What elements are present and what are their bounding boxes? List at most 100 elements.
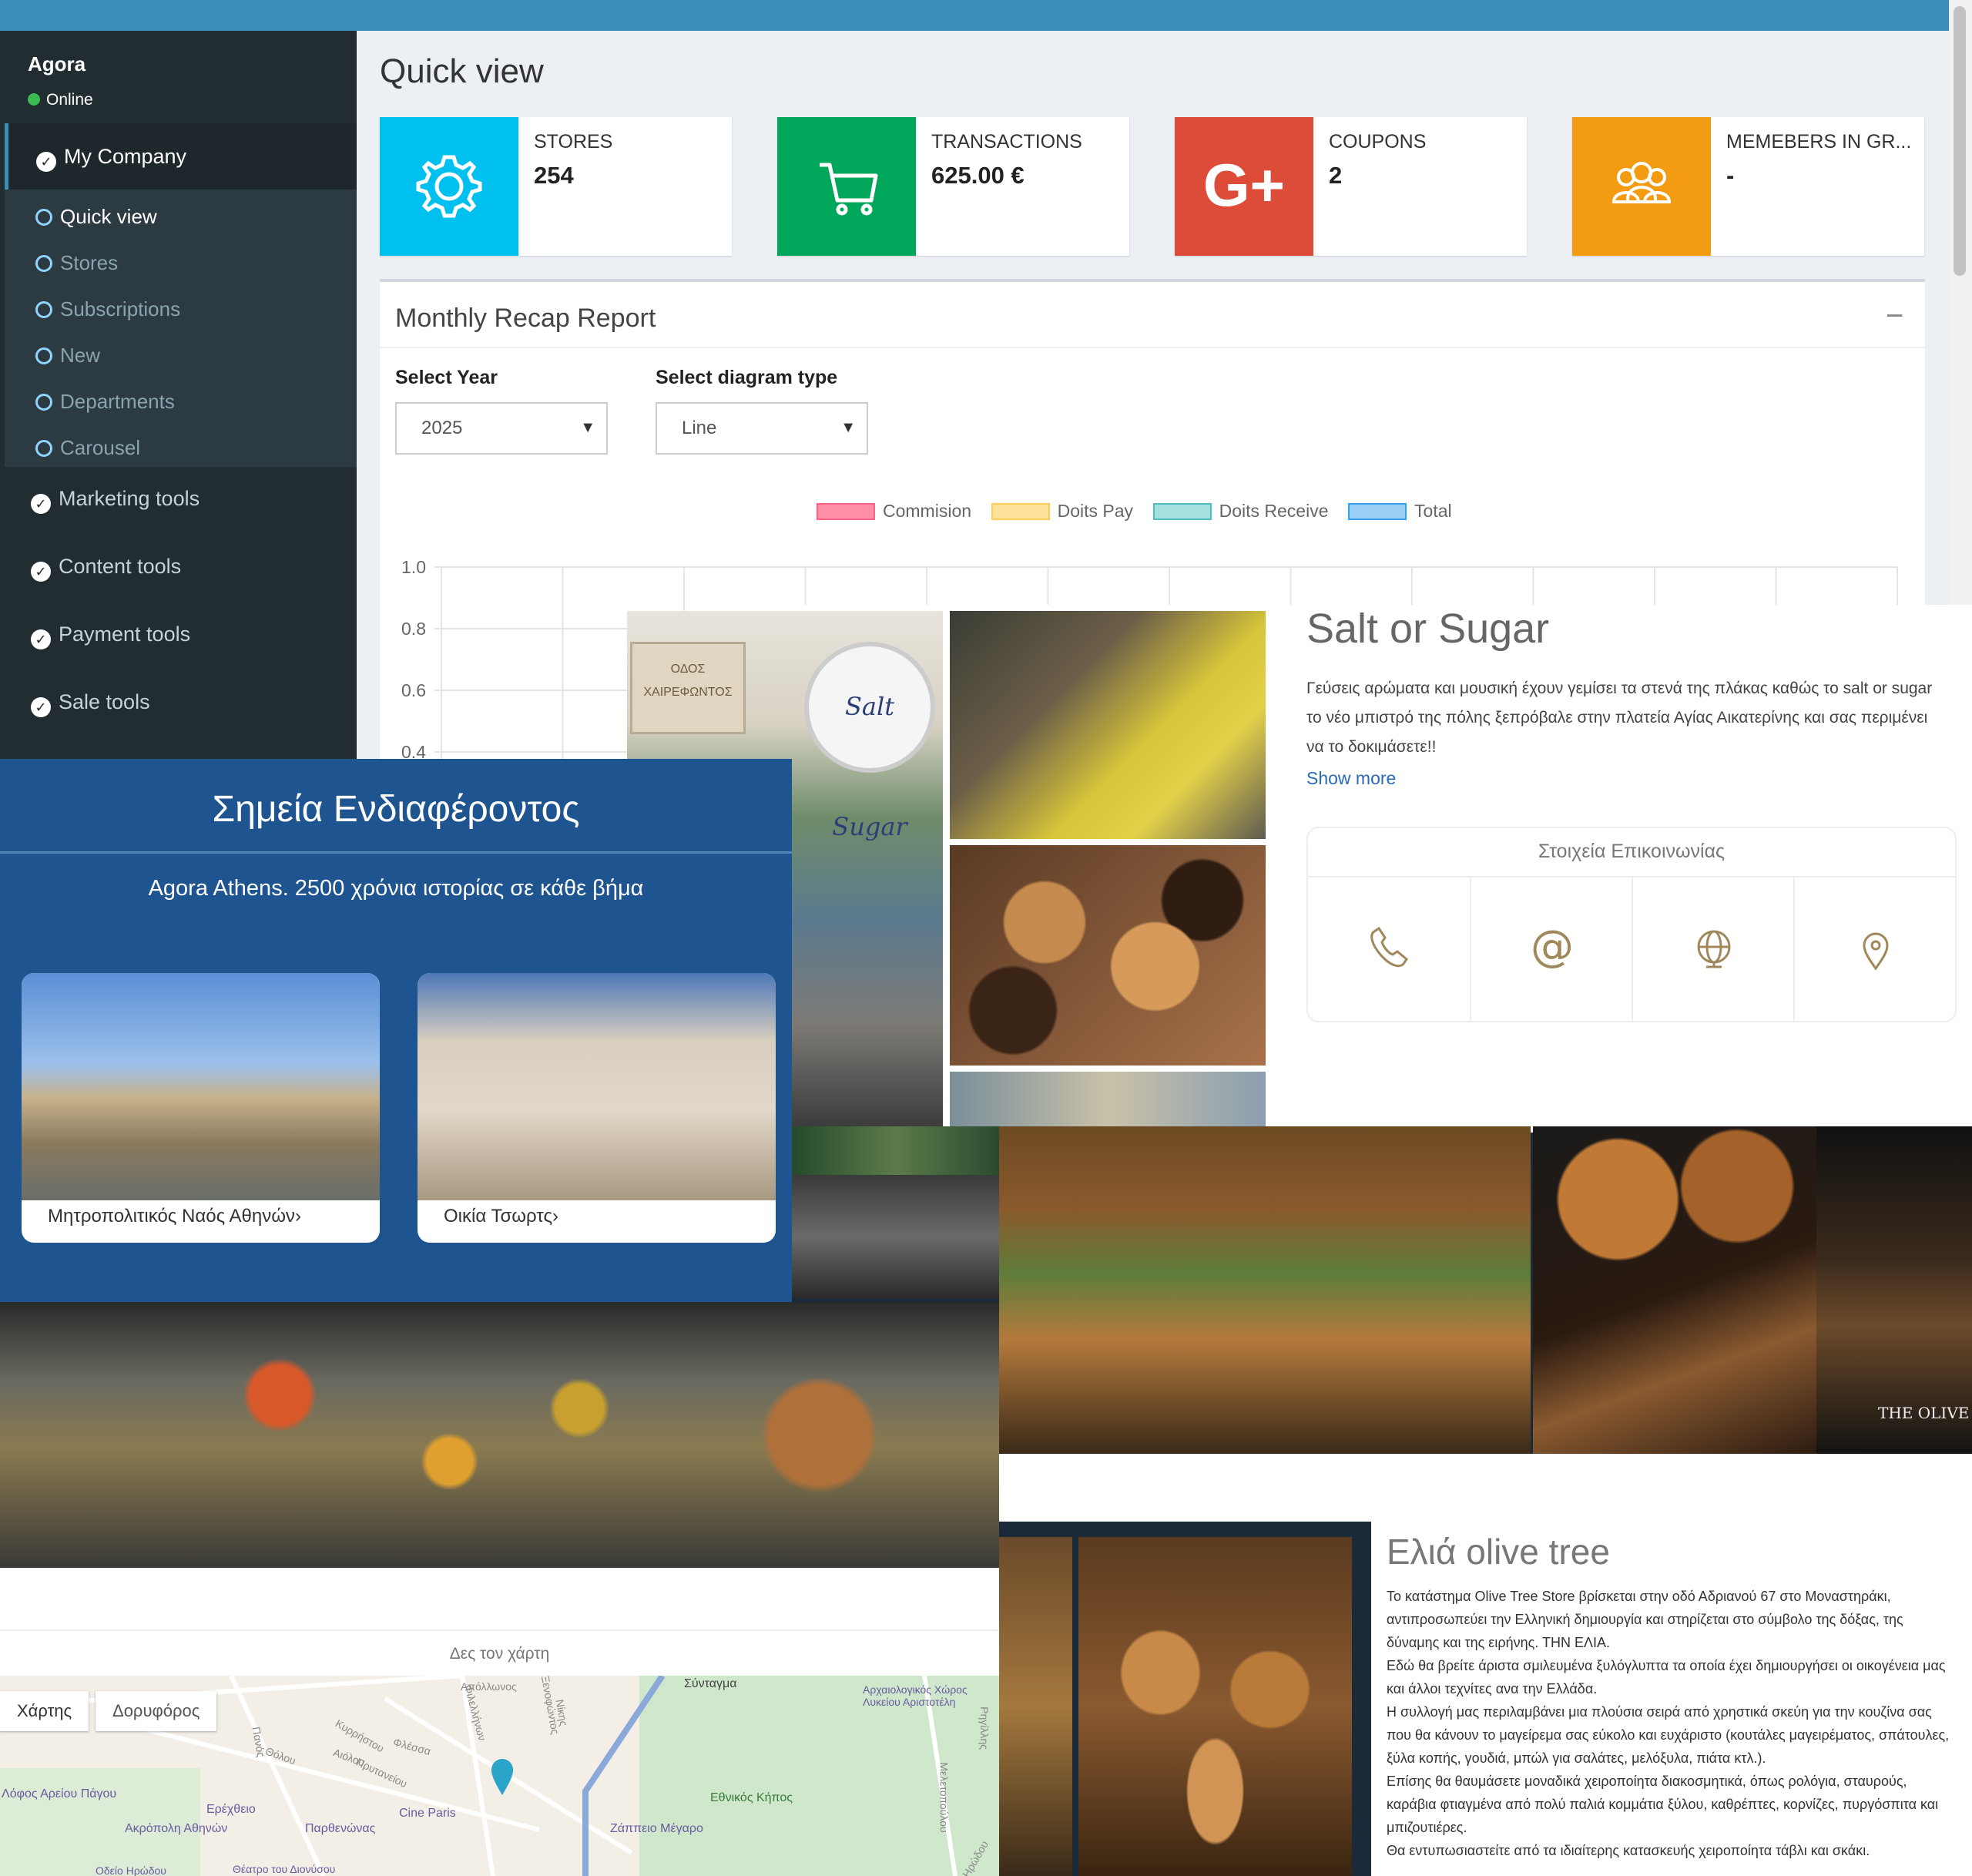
legend-label: Doits Pay bbox=[1057, 501, 1134, 521]
legend-doits-pay[interactable]: Doits Pay bbox=[991, 501, 1133, 521]
street-label: Ρηγίλλης bbox=[978, 1707, 991, 1750]
stat-label: MEMEBERS IN GR... bbox=[1726, 131, 1912, 153]
olive-store-interior-photo bbox=[999, 1126, 1531, 1454]
poi-card-oikia-tsorts[interactable]: Οικία Τσωρτς› bbox=[418, 973, 776, 1243]
sidebar-subitem-quick-view[interactable]: Quick view bbox=[35, 205, 157, 229]
map-tab-satellite[interactable]: Δορυφόρος bbox=[96, 1691, 217, 1731]
map-label: Παρθενώνας bbox=[305, 1822, 376, 1835]
contact-title: Στοιχεία Επικοινωνίας bbox=[1538, 841, 1726, 862]
poi-card-caption: Μητροπολιτικός Ναός Αθηνών› bbox=[48, 1206, 301, 1227]
cutting-boards-photo bbox=[1078, 1537, 1352, 1876]
description-paragraph: Η συλλογή μας περιλαμβάνει μια πλούσια σ… bbox=[1387, 1704, 1950, 1766]
section-divider bbox=[0, 851, 792, 854]
view-map-link[interactable]: Δες τον χάρτη bbox=[0, 1645, 999, 1663]
cathedral-photo bbox=[22, 973, 380, 1200]
svg-text:G+: G+ bbox=[1203, 151, 1285, 219]
chevron-right-icon: › bbox=[294, 1206, 301, 1227]
phone-icon bbox=[1370, 926, 1408, 968]
sidebar-subitem-stores[interactable]: Stores bbox=[35, 251, 118, 275]
legend-swatch bbox=[991, 503, 1050, 520]
pastries-photo bbox=[950, 1072, 1266, 1133]
top-navbar bbox=[0, 0, 1972, 31]
online-dot-icon bbox=[28, 93, 40, 106]
bakery-display-photo bbox=[0, 1302, 999, 1568]
circle-icon bbox=[35, 394, 52, 411]
diagram-type-value: Line bbox=[682, 418, 717, 438]
check-circle-icon: ✓ bbox=[31, 562, 51, 582]
salt-sugar-logo: Salt Sugar bbox=[804, 642, 935, 841]
sidebar-brand: Agora bbox=[28, 52, 86, 76]
page-title: Quick view bbox=[380, 52, 544, 90]
stat-box-coupons[interactable]: G+ COUPONS 2 bbox=[1175, 117, 1527, 256]
year-select[interactable]: 2025 ▼ bbox=[395, 402, 608, 455]
sidebar-subitem-new[interactable]: New bbox=[35, 344, 100, 367]
description-paragraph: Επίσης θα θαυμάσετε μοναδικά χειροποίητα… bbox=[1387, 1774, 1939, 1835]
stat-value: 625.00 € bbox=[931, 162, 1025, 189]
donuts-photo bbox=[950, 845, 1266, 1066]
circle-icon bbox=[35, 440, 52, 457]
legend-doits-receive[interactable]: Doits Receive bbox=[1152, 501, 1328, 521]
stat-box-stores[interactable]: STORES 254 bbox=[380, 117, 732, 256]
legend-swatch bbox=[1152, 503, 1212, 520]
sidebar: Agora Online ✓ My Company Quick view Stor… bbox=[0, 31, 357, 770]
sidebar-item-my-company[interactable]: ✓ My Company bbox=[5, 123, 357, 190]
stat-icon-bg bbox=[1572, 117, 1711, 256]
sidebar-item-marketing-tools[interactable]: ✓ Marketing tools bbox=[31, 487, 200, 514]
website-button[interactable] bbox=[1632, 876, 1793, 1021]
map-label: Αρχαιολογικός Χώρος Λυκείου Αριστοτέλη bbox=[863, 1683, 968, 1708]
chart-legend: Commision Doits Pay Doits Receive Total bbox=[817, 501, 1452, 522]
cafe-photo bbox=[792, 1175, 1000, 1298]
house-photo bbox=[418, 973, 776, 1200]
stat-box-members[interactable]: MEMEBERS IN GR... - bbox=[1572, 117, 1924, 256]
map-label: Ακρόπολη Αθηνών bbox=[125, 1822, 228, 1835]
stat-label: COUPONS bbox=[1329, 131, 1427, 153]
section-title: Σημεία Ενδιαφέροντος bbox=[212, 789, 580, 830]
chevron-down-icon: ▼ bbox=[840, 419, 856, 436]
olive-brand-text: THE OLIVE bbox=[1878, 1404, 1970, 1422]
scrollbar-thumb[interactable] bbox=[1954, 6, 1966, 276]
store-title: Salt or Sugar bbox=[1306, 606, 1550, 652]
location-button[interactable] bbox=[1793, 876, 1955, 1021]
stat-value: 254 bbox=[534, 162, 574, 189]
legend-label: Total bbox=[1414, 501, 1452, 521]
check-circle-icon: ✓ bbox=[31, 629, 51, 649]
description-paragraph: Θα εντυπωσιαστείτε από τα ιδιαίτερης κατ… bbox=[1387, 1843, 1870, 1858]
store-description: Γεύσεις αρώματα και μουσική έχουν γεμίσε… bbox=[1306, 680, 1933, 756]
sidebar-item-content-tools[interactable]: ✓ Content tools bbox=[31, 555, 181, 582]
olive-spacer bbox=[999, 1454, 1972, 1522]
legend-total[interactable]: Total bbox=[1348, 501, 1452, 521]
phone-button[interactable] bbox=[1308, 876, 1470, 1021]
show-more-link[interactable]: Show more bbox=[1306, 768, 1396, 789]
sidebar-item-sale-tools[interactable]: ✓ Sale tools bbox=[31, 690, 150, 717]
sidebar-subitem-departments[interactable]: Departments bbox=[35, 390, 175, 414]
store-description: Το κατάστημα Olive Tree Store βρίσκεται … bbox=[1387, 1585, 1957, 1862]
diagram-type-select[interactable]: Line ▼ bbox=[656, 402, 868, 455]
stat-box-transactions[interactable]: TRANSACTIONS 625.00 € bbox=[777, 117, 1129, 256]
sidebar-item-label: Payment tools bbox=[59, 623, 191, 646]
legend-commision[interactable]: Commision bbox=[817, 501, 971, 521]
panel-divider bbox=[380, 347, 1925, 348]
chevron-right-icon: › bbox=[552, 1206, 559, 1227]
check-circle-icon: ✓ bbox=[31, 494, 51, 514]
sidebar-subitem-carousel[interactable]: Carousel bbox=[35, 436, 140, 460]
map-tab-map[interactable]: Χάρτης bbox=[0, 1691, 89, 1731]
map-label: Εθνικός Κήπος bbox=[710, 1791, 793, 1804]
circle-icon bbox=[35, 301, 52, 318]
users-icon bbox=[1611, 162, 1672, 203]
status-label: Online bbox=[46, 91, 93, 109]
legend-label: Commision bbox=[883, 501, 972, 521]
email-button[interactable]: @ bbox=[1470, 876, 1632, 1021]
collapse-icon[interactable]: − bbox=[1886, 299, 1903, 334]
y-tick-label: 0.8 bbox=[401, 619, 426, 639]
sidebar-subitem-subscriptions[interactable]: Subscriptions bbox=[35, 297, 180, 321]
cart-icon bbox=[820, 163, 878, 216]
map-label: Λόφος Αρείου Πάγου bbox=[2, 1787, 117, 1800]
poi-card-metropolitan-cathedral[interactable]: Μητροπολιτικός Ναός Αθηνών› bbox=[22, 973, 380, 1243]
chevron-down-icon: ▼ bbox=[580, 419, 595, 436]
map-label: Cine Paris bbox=[399, 1807, 456, 1820]
poi-card-title: Μητροπολιτικός Ναός Αθηνών bbox=[48, 1206, 295, 1227]
map-label: Ζάππειο Μέγαρο bbox=[610, 1822, 703, 1835]
sidebar-item-payment-tools[interactable]: ✓ Payment tools bbox=[31, 623, 190, 649]
map-canvas[interactable]: Χάρτης Δορυφόρος Λόφος Αρείου Πάγου Ερέχ… bbox=[0, 1676, 999, 1876]
description-paragraph: Το κατάστημα Olive Tree Store βρίσκεται … bbox=[1387, 1589, 1903, 1650]
